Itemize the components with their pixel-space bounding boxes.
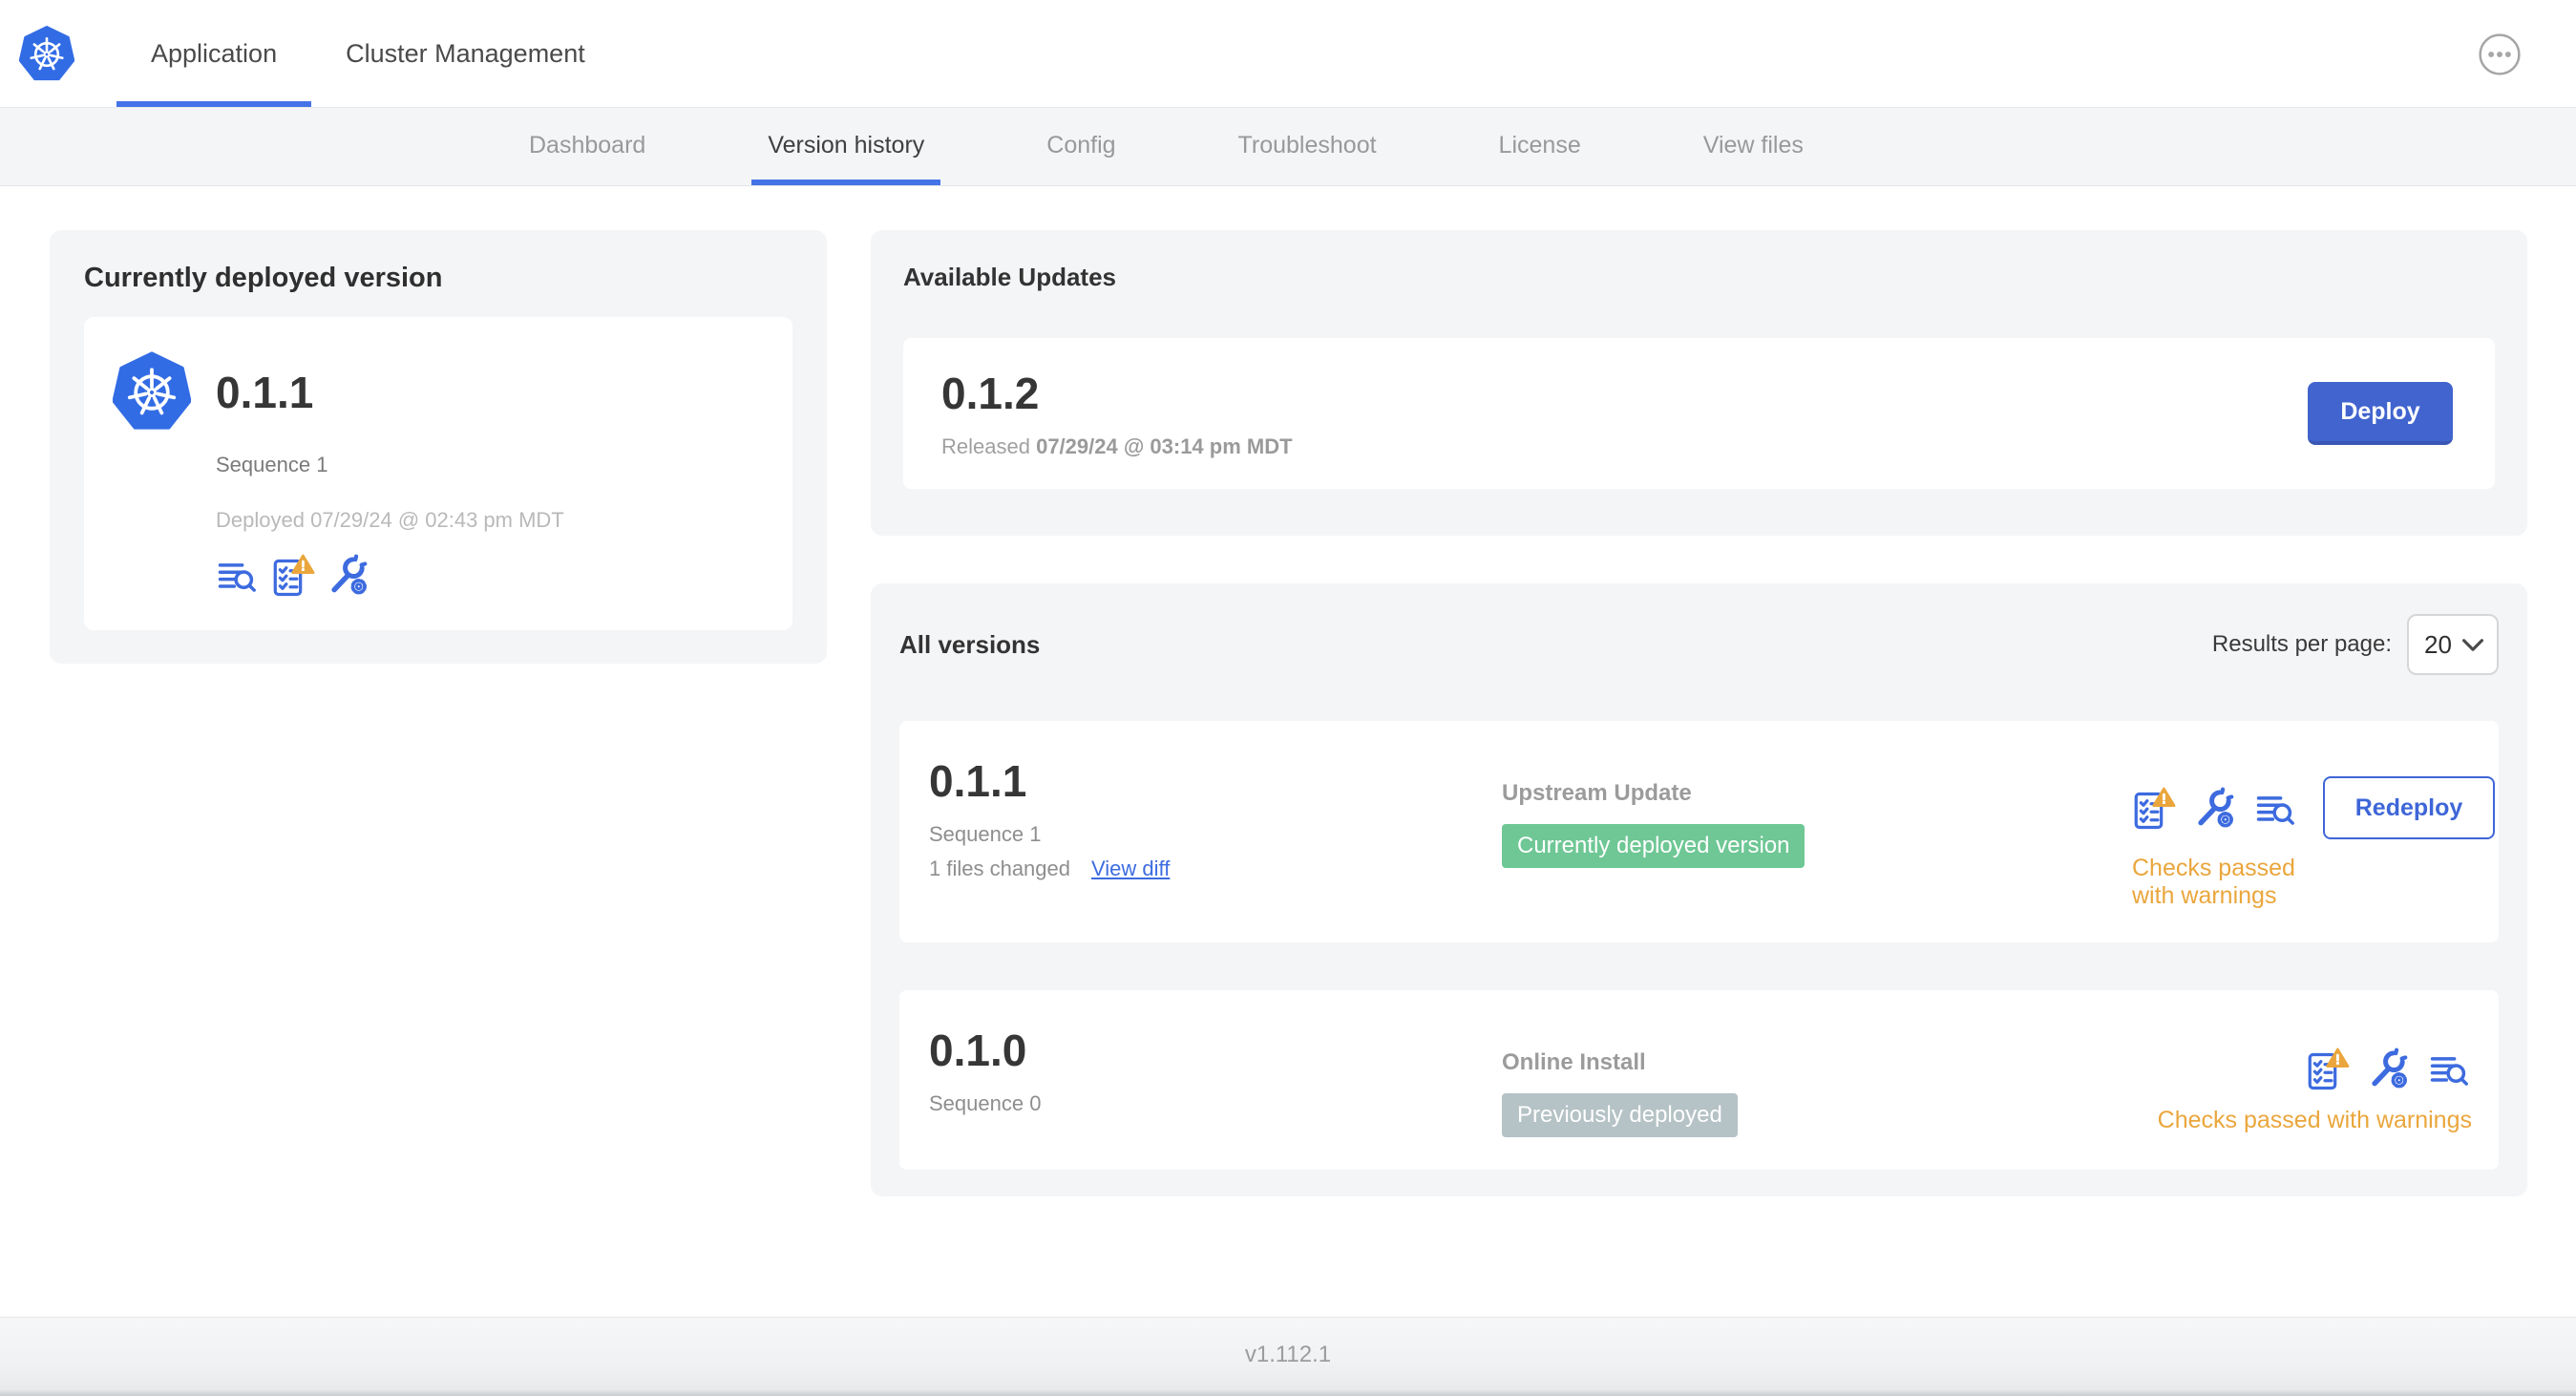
wrench-gear-icon[interactable] [2193, 785, 2237, 831]
tab-application[interactable]: Application [116, 0, 312, 107]
row-version-number: 0.1.1 [929, 756, 1027, 806]
row-version-number: 0.1.0 [929, 1026, 1027, 1075]
row-sequence-label: Sequence 0 [929, 1091, 1042, 1115]
version-source-label: Online Install [1502, 1049, 1646, 1075]
results-per-page-value: 20 [2424, 629, 2452, 659]
ellipsis-menu-icon[interactable] [2478, 32, 2522, 76]
status-badge: Currently deployed version [1502, 824, 1805, 868]
redeploy-button[interactable]: Redeploy [2323, 776, 2495, 839]
subnav-tab-version-history[interactable]: Version history [751, 108, 941, 185]
checks-status-link[interactable]: Checks passed with warnings [2132, 855, 2296, 910]
log-search-icon[interactable] [2254, 785, 2298, 831]
chevron-down-icon [2462, 638, 2483, 652]
preflight-checklist-warning-icon[interactable] [2132, 785, 2176, 831]
all-versions-title: All versions [899, 629, 1041, 659]
top-nav-tabs: Application Cluster Management [116, 0, 620, 107]
currently-deployed-card: Currently deployed version 0.1.1 Sequenc… [50, 230, 827, 664]
available-update-row: 0.1.2 Released 07/29/24 @ 03:14 pm MDT D… [903, 338, 2495, 489]
update-version-number: 0.1.2 [941, 369, 1040, 418]
results-per-page-select[interactable]: 20 [2407, 614, 2499, 675]
app-sub-navbar: Dashboard Version history Config Trouble… [0, 108, 2576, 186]
deployed-sequence-label: Sequence 1 [216, 453, 328, 476]
version-row: 0.1.0 Sequence 0 Online Install Previous… [899, 990, 2499, 1170]
status-badge: Previously deployed [1502, 1093, 1738, 1137]
available-updates-title: Available Updates [903, 263, 1117, 291]
console-version-label: v1.112.1 [1244, 1342, 1332, 1367]
wrench-gear-icon[interactable] [2367, 1046, 2411, 1091]
files-changed-label: 1 files changed [929, 857, 1070, 880]
deployed-action-icons [216, 552, 764, 598]
available-updates-card: Available Updates 0.1.2 Released 07/29/2… [871, 230, 2527, 536]
version-history-page: Currently deployed version 0.1.1 Sequenc… [0, 186, 2576, 1317]
deployed-version-box: 0.1.1 Sequence 1 Deployed 07/29/24 @ 02:… [84, 317, 792, 630]
tab-cluster-management[interactable]: Cluster Management [311, 0, 620, 107]
top-navbar: Application Cluster Management [0, 0, 2576, 108]
version-row: 0.1.1 Sequence 1 1 files changed View di… [899, 721, 2499, 942]
preflight-checklist-warning-icon[interactable] [271, 552, 315, 598]
checks-status-link[interactable]: Checks passed with warnings [2158, 1107, 2472, 1134]
console-footer: v1.112.1 [0, 1317, 2576, 1396]
deployed-version-number: 0.1.1 [216, 368, 314, 417]
subnav-tab-view-files[interactable]: View files [1687, 108, 1820, 185]
update-released-timestamp: Released 07/29/24 @ 03:14 pm MDT [941, 434, 1293, 458]
log-search-icon[interactable] [216, 552, 260, 598]
version-source-label: Upstream Update [1502, 780, 1692, 806]
log-search-icon[interactable] [2428, 1046, 2472, 1091]
subnav-tab-config[interactable]: Config [1030, 108, 1131, 185]
deploy-button[interactable]: Deploy [2308, 382, 2453, 445]
kubernetes-app-icon [113, 351, 191, 434]
wrench-gear-icon[interactable] [327, 552, 370, 598]
subnav-tab-troubleshoot[interactable]: Troubleshoot [1222, 108, 1393, 185]
preflight-checklist-warning-icon[interactable] [2306, 1046, 2350, 1091]
all-versions-card: All versions Results per page: 20 0.1.1 … [871, 583, 2527, 1196]
kubernetes-logo-icon [19, 26, 74, 83]
results-per-page-label: Results per page: [2211, 631, 2392, 657]
deployed-timestamp: Deployed 07/29/24 @ 02:43 pm MDT [216, 508, 564, 532]
subnav-tab-license[interactable]: License [1483, 108, 1597, 185]
subnav-tab-dashboard[interactable]: Dashboard [513, 108, 662, 185]
row-sequence-label: Sequence 1 [929, 822, 1042, 846]
view-diff-link[interactable]: View diff [1091, 857, 1170, 881]
currently-deployed-title: Currently deployed version [84, 263, 443, 293]
